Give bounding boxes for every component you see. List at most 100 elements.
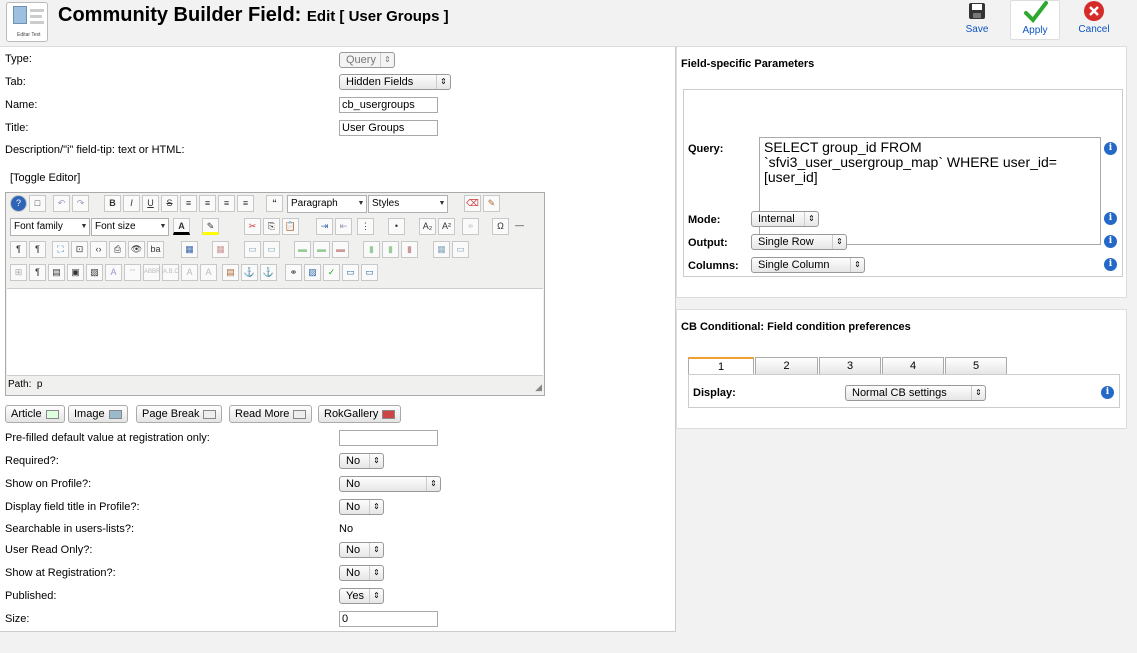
columns-select[interactable]: Single Column ⇕ [751,257,865,273]
tab-1[interactable]: 1 [688,357,754,374]
text-color-icon[interactable]: A [173,218,190,235]
styles-select[interactable]: Styles ▼ [368,195,448,213]
delete-table-icon[interactable]: ▦ [212,241,229,258]
info-icon[interactable]: i [1104,142,1117,155]
col-before-icon[interactable]: ▮ [363,241,380,258]
delete-col-icon[interactable]: ▮ [401,241,418,258]
unlink-icon[interactable]: ⚭ [462,218,479,235]
tab-select[interactable]: Hidden Fields ⇕ [339,74,451,90]
ltr-icon[interactable]: ¶ [10,241,27,258]
size-input[interactable]: 0 [339,611,438,627]
type-select[interactable]: Query ⇕ [339,52,395,68]
display-title-select[interactable]: No ⇕ [339,499,384,515]
nonbreaking-icon[interactable]: ⚓ [260,264,277,281]
info-icon[interactable]: i [1104,258,1117,271]
tab-2[interactable]: 2 [755,357,818,374]
editor-content-area[interactable] [7,288,543,376]
query-textarea[interactable]: SELECT group_id FROM `sfvi3_user_usergro… [759,137,1101,245]
readmore-icon[interactable]: ▭ [361,264,378,281]
required-select[interactable]: No ⇕ [339,453,384,469]
row-props-icon[interactable]: ▭ [244,241,261,258]
read-only-select[interactable]: No ⇕ [339,542,384,558]
save-button[interactable]: Save [952,0,1002,40]
cut-icon[interactable]: ✂ [244,218,261,235]
tab-3[interactable]: 3 [819,357,881,374]
italic-icon[interactable]: I [123,195,140,212]
strikethrough-icon[interactable]: S [161,195,178,212]
styles-props-icon[interactable]: A [105,264,122,281]
cite-icon[interactable]: “” [124,264,141,281]
cleanup-brush-icon[interactable]: ✎ [483,195,500,212]
rokgallery-button[interactable]: RokGallery [318,405,402,423]
output-select[interactable]: Single Row ⇕ [751,234,847,250]
rtl-icon[interactable]: ¶ [29,241,46,258]
copy-icon[interactable]: ⎘ [263,218,280,235]
source-code-icon[interactable]: ‹› [90,241,107,258]
display-select[interactable]: Normal CB settings ⇕ [845,385,986,401]
special-char-icon[interactable]: Ω [492,218,509,235]
underline-icon[interactable]: U [142,195,159,212]
anchor-icon[interactable]: ⚓ [241,264,258,281]
align-left-icon[interactable]: ≡ [199,195,216,212]
bullet-list-icon[interactable]: • [388,218,405,235]
apply-button[interactable]: Apply [1010,0,1060,40]
horizontal-rule-icon[interactable]: — [511,218,528,235]
toggle-editor-link[interactable]: [Toggle Editor] [10,172,80,184]
info-icon[interactable]: i [1101,386,1114,399]
outdent-icon[interactable]: ⇤ [335,218,352,235]
eraser-icon[interactable]: ⌫ [464,195,481,212]
published-select[interactable]: Yes ⇕ [339,588,384,604]
indent-icon[interactable]: ⇥ [316,218,333,235]
new-document-icon[interactable]: □ [29,195,46,212]
info-icon[interactable]: i [1104,235,1117,248]
blockquote-icon[interactable]: “ [266,195,283,212]
resize-handle-icon[interactable]: ◢ [535,382,542,393]
highlight-icon[interactable]: ✎ [202,218,219,235]
find-icon[interactable]: 👁 [128,241,145,258]
undo-icon[interactable]: ↶ [53,195,70,212]
ins-icon[interactable]: A [200,264,217,281]
del-icon[interactable]: A [181,264,198,281]
mode-select[interactable]: Internal ⇕ [751,211,819,227]
row-before-icon[interactable]: ▬ [294,241,311,258]
info-icon[interactable]: i [1104,212,1117,225]
attributes-icon[interactable]: ▤ [222,264,239,281]
merge-cells-icon[interactable]: ▭ [452,241,469,258]
article-button[interactable]: Article [5,405,65,423]
template-icon[interactable]: ▤ [48,264,65,281]
insert-image-icon[interactable]: ▨ [304,264,321,281]
subscript-icon[interactable]: A₂ [419,218,436,235]
image-icon[interactable]: ▨ [86,264,103,281]
align-right-icon[interactable]: ≡ [237,195,254,212]
fullscreen-icon[interactable]: ⛶ [52,241,69,258]
page-break-button[interactable]: Page Break [136,405,223,423]
align-center-icon[interactable]: ≡ [218,195,235,212]
split-cells-icon[interactable]: ▦ [433,241,450,258]
delete-row-icon[interactable]: ▬ [332,241,349,258]
col-after-icon[interactable]: ▮ [382,241,399,258]
insert-layer-icon[interactable]: ⊞ [10,264,27,281]
font-family-select[interactable]: Font family ▼ [10,218,90,236]
embed-media-icon[interactable]: ▣ [67,264,84,281]
font-size-select[interactable]: Font size ▼ [91,218,169,236]
table-icon[interactable]: ▦ [181,241,198,258]
numbered-list-icon[interactable]: ⋮ [357,218,374,235]
name-input[interactable]: cb_usergroups [339,97,438,113]
acronym-icon[interactable]: A.B.C [162,264,179,281]
title-input[interactable]: User Groups [339,120,438,136]
visual-aid-icon[interactable]: ⊡ [71,241,88,258]
tab-4[interactable]: 4 [882,357,944,374]
show-profile-select[interactable]: No ⇕ [339,476,441,492]
replace-icon[interactable]: ba [147,241,164,258]
show-registration-select[interactable]: No ⇕ [339,565,384,581]
prefilled-input[interactable] [339,430,438,446]
superscript-icon[interactable]: A² [438,218,455,235]
tab-5[interactable]: 5 [945,357,1007,374]
redo-icon[interactable]: ↷ [72,195,89,212]
cancel-button[interactable]: Cancel [1069,0,1119,40]
link-icon[interactable]: ⚭ [285,264,302,281]
show-blocks-icon[interactable]: ¶ [29,264,46,281]
spellcheck-icon[interactable]: ✓ [323,264,340,281]
image-button[interactable]: Image [68,405,128,423]
print-icon[interactable]: ⎙ [109,241,126,258]
